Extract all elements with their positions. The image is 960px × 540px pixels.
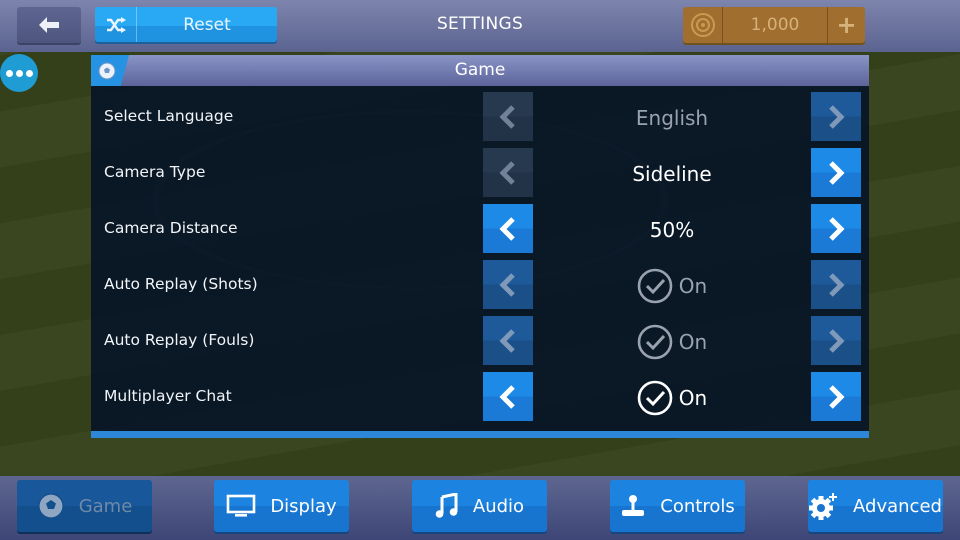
joystick-icon [620,494,646,518]
previous-option-button[interactable] [483,260,533,309]
gear-plus-icon [809,492,839,520]
setting-value: On [533,258,811,314]
setting-row: Camera Distance 50% [91,202,869,254]
tab-game[interactable]: Game [17,480,152,532]
setting-label: Select Language [104,107,234,125]
tab-label: Game [78,495,133,517]
shuffle-icon [95,7,137,42]
reset-button[interactable]: Reset [95,7,277,42]
top-bar: Reset SETTINGS 1,000 + [0,0,960,52]
chevron-right-icon [827,216,845,241]
setting-value: On [533,314,811,370]
setting-row: Auto Replay (Fouls) On [91,314,869,366]
panel-footer-bar [91,431,869,438]
chevron-right-icon [827,328,845,353]
setting-value-text: 50% [649,218,695,242]
reset-label: Reset [183,14,231,35]
ellipsis-dot [15,69,23,77]
chevron-left-icon [499,160,517,185]
soccer-ball-icon [37,492,65,520]
chevron-right-icon [827,104,845,129]
tab-controls[interactable]: Controls [610,480,745,532]
previous-option-button[interactable] [483,92,533,141]
setting-row: Multiplayer Chat On [91,370,869,422]
checkmark-circle-icon [637,324,673,360]
tab-label: Display [270,495,337,517]
previous-option-button[interactable] [483,316,533,365]
previous-option-button[interactable] [483,372,533,421]
setting-value-text: On [678,274,708,298]
next-option-button[interactable] [811,92,861,141]
setting-value-text: English [635,106,709,130]
tab-label: Advanced [853,495,942,517]
panel-header: Game [91,55,869,86]
checkmark-circle-icon [637,268,673,304]
setting-value-text: Sideline [632,162,712,186]
chevron-left-icon [499,216,517,241]
page-title: SETTINGS [436,14,524,34]
setting-label: Auto Replay (Fouls) [104,331,255,349]
setting-value: 50% [533,202,811,258]
next-option-button[interactable] [811,148,861,197]
setting-label: Multiplayer Chat [104,387,232,405]
previous-option-button[interactable] [483,148,533,197]
more-options-button[interactable] [0,54,38,92]
plus-icon: + [836,11,857,39]
tab-audio[interactable]: Audio [412,480,547,532]
checkmark-circle-icon [637,380,673,416]
chevron-left-icon [499,104,517,129]
next-option-button[interactable] [811,204,861,253]
setting-row: Auto Replay (Shots) On [91,258,869,310]
setting-row: Camera Type Sideline [91,146,869,198]
chevron-left-icon [499,384,517,409]
setting-label: Auto Replay (Shots) [104,275,258,293]
add-coins-button[interactable]: + [827,7,865,43]
coin-value: 1,000 [750,15,800,35]
back-button[interactable] [17,7,81,43]
tab-advanced[interactable]: Advanced [808,480,943,532]
setting-row: Select Language English [91,90,869,142]
game-settings-panel: Game Select Language English Camera Type… [91,55,869,438]
tab-display[interactable]: Display [214,480,349,532]
chevron-right-icon [827,384,845,409]
panel-title: Game [454,60,506,80]
ellipsis-dot [25,69,33,77]
chevron-left-icon [499,272,517,297]
ellipsis-icon [5,69,13,77]
chevron-left-icon [499,328,517,353]
tab-label: Audio [472,495,525,517]
setting-value-text: On [678,386,708,410]
soccer-ball-icon [91,55,129,86]
next-option-button[interactable] [811,260,861,309]
setting-value-text: On [678,330,708,354]
music-note-icon [435,493,459,519]
previous-option-button[interactable] [483,204,533,253]
setting-value: Sideline [533,146,811,202]
setting-value: English [533,90,811,146]
arrow-left-icon [39,17,59,33]
setting-label: Camera Type [104,163,206,181]
next-option-button[interactable] [811,372,861,421]
setting-value: On [533,370,811,426]
coin-balance: 1,000 + [683,7,865,43]
chevron-right-icon [827,160,845,185]
coin-icon [683,7,723,43]
monitor-icon [226,494,256,518]
setting-label: Camera Distance [104,219,238,237]
chevron-right-icon [827,272,845,297]
tab-label: Controls [660,495,735,517]
next-option-button[interactable] [811,316,861,365]
